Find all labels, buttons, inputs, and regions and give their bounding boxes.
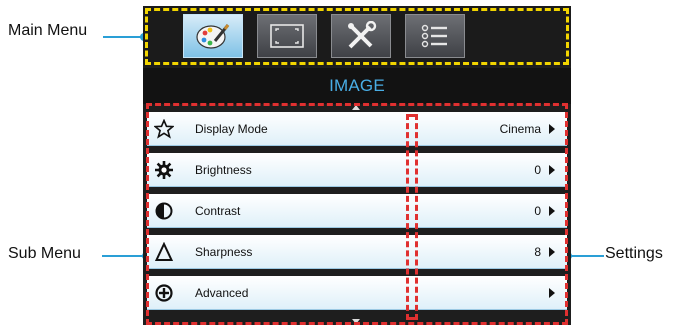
- main-menu-outline: [145, 8, 569, 65]
- osd-menu: IMAGE Display Mode Cinema Brightness 0 C…: [143, 6, 571, 325]
- main-menu-callout: Main Menu: [8, 22, 88, 39]
- settings-column-outline: [406, 114, 418, 320]
- sub-menu-callout: Sub Menu: [8, 245, 81, 262]
- sub-menu-leader: [102, 255, 146, 257]
- main-menu-leader: [103, 36, 143, 38]
- menu-title: IMAGE: [143, 68, 571, 104]
- settings-leader: [568, 255, 604, 257]
- settings-callout: Settings: [605, 245, 663, 262]
- sub-menu-outline: [146, 103, 568, 325]
